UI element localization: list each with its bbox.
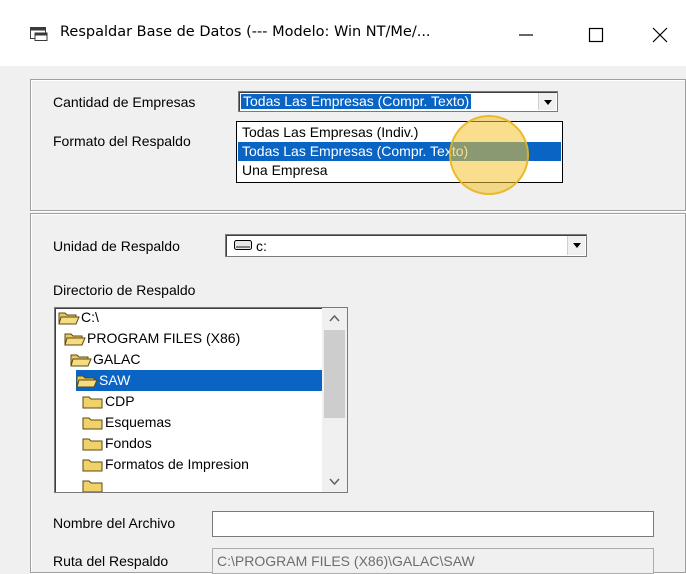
unidad-respaldo-value: c: — [256, 238, 267, 254]
unidad-respaldo-label: Unidad de Respaldo — [53, 238, 180, 254]
nombre-archivo-label: Nombre del Archivo — [53, 515, 176, 531]
close-icon — [652, 27, 668, 43]
ruta-respaldo-label: Ruta del Respaldo — [53, 553, 169, 569]
minimize-button[interactable] — [506, 18, 546, 50]
open-folder-icon — [58, 312, 80, 325]
directory-scrollbar[interactable] — [322, 308, 347, 492]
cursor-highlight — [449, 115, 529, 195]
open-folder-icon — [64, 333, 86, 346]
chevron-down-icon[interactable] — [538, 93, 556, 110]
window-app-icon — [30, 27, 48, 41]
window-title: Respaldar Base de Datos (--- Modelo: Win… — [60, 24, 431, 40]
folder-icon — [82, 438, 103, 451]
close-button[interactable] — [640, 18, 680, 50]
folder-icon — [82, 396, 103, 409]
maximize-button[interactable] — [576, 18, 616, 50]
directory-item[interactable]: GALAC — [70, 349, 324, 370]
unidad-respaldo-combo[interactable]: c: — [225, 234, 587, 257]
directory-item[interactable]: Formatos de Impresion — [82, 454, 324, 475]
dialog-client-area: Cantidad de Empresas Todas Las Empresas … — [0, 66, 686, 574]
ruta-respaldo-field: C:\PROGRAM FILES (X86)\GALAC\SAW — [212, 548, 654, 574]
directory-item-selected[interactable]: SAW — [76, 370, 324, 391]
directory-item[interactable]: PROGRAM FILES (X86) — [64, 328, 324, 349]
directory-item[interactable]: Fondos — [82, 433, 324, 454]
title-bar: Respaldar Base de Datos (--- Modelo: Win… — [0, 0, 686, 66]
drive-icon — [234, 240, 252, 250]
minimize-icon — [519, 34, 533, 36]
nombre-archivo-field[interactable] — [212, 511, 654, 537]
open-folder-icon — [70, 354, 92, 367]
folder-icon — [82, 459, 103, 472]
chevron-down-icon[interactable] — [567, 236, 585, 255]
directory-item-partial[interactable] — [82, 475, 324, 492]
directorio-respaldo-label: Directorio de Respaldo — [53, 282, 196, 298]
scroll-up-icon[interactable] — [322, 308, 347, 328]
directory-item[interactable]: C:\ — [58, 308, 324, 328]
formato-respaldo-label: Formato del Respaldo — [53, 133, 191, 149]
cantidad-empresas-label: Cantidad de Empresas — [53, 94, 196, 110]
scrollbar-thumb[interactable] — [324, 330, 345, 418]
cantidad-empresas-combo[interactable]: Todas Las Empresas (Compr. Texto) — [238, 91, 558, 112]
open-folder-icon — [76, 375, 98, 388]
scroll-down-icon[interactable] — [322, 472, 347, 492]
directory-listbox[interactable]: C:\ PROGRAM FILES (X86) GALAC SAW CDP Es… — [54, 307, 348, 493]
folder-icon — [82, 480, 103, 492]
folder-icon — [82, 417, 103, 430]
directory-item[interactable]: Esquemas — [82, 412, 324, 433]
directory-item[interactable]: CDP — [82, 391, 324, 412]
ruta-respaldo-value: C:\PROGRAM FILES (X86)\GALAC\SAW — [217, 553, 475, 569]
cantidad-empresas-value: Todas Las Empresas (Compr. Texto) — [239, 93, 473, 110]
maximize-icon — [588, 27, 604, 43]
